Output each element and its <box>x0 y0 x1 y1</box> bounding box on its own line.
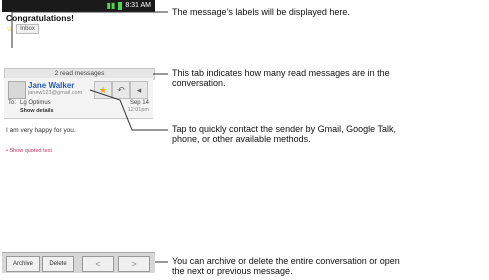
callout-read-tab-1: This tab indicates how many read message… <box>172 68 390 78</box>
callout-archive-1: You can archive or delete the entire con… <box>172 256 400 266</box>
callout-line-contact <box>89 89 168 131</box>
callout-contact-2: phone, or other available methods. <box>172 134 311 144</box>
callout-line-labels <box>11 11 168 48</box>
callout-read-tab-2: conversation. <box>172 78 226 88</box>
callout-archive-2: the next or previous message. <box>172 266 293 276</box>
callout-contact-1: Tap to quickly contact the sender by Gma… <box>172 124 396 134</box>
callout-labels: The message’s labels will be displayed h… <box>172 7 350 17</box>
